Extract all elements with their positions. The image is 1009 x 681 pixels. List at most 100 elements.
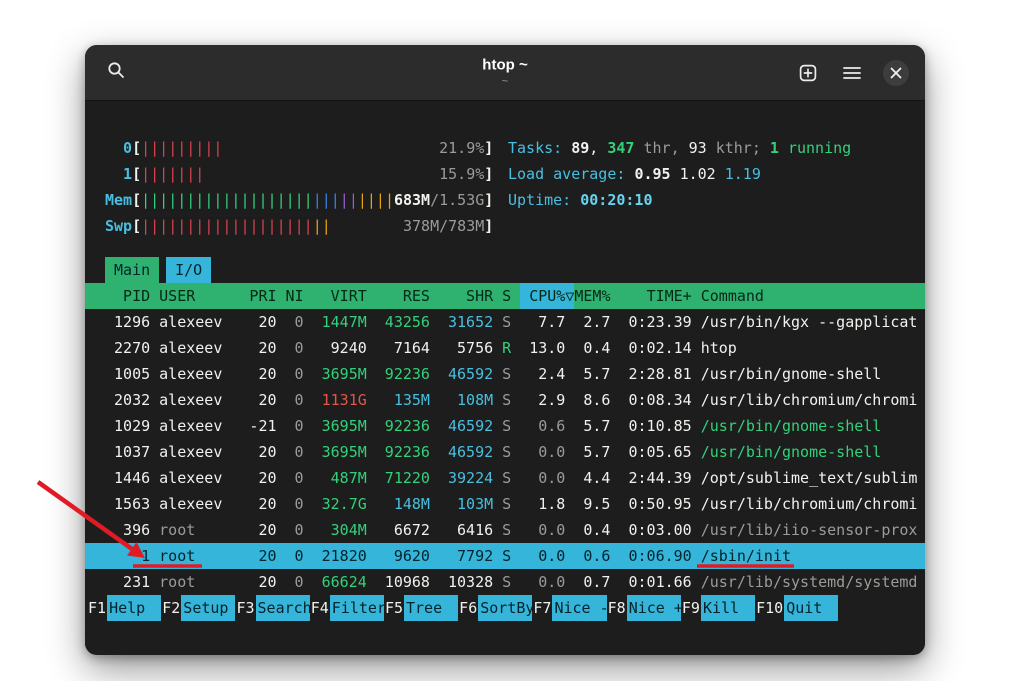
cell-virt: 1447M [313, 309, 367, 335]
new-tab-icon [799, 64, 817, 82]
cell-time: 2:44.39 [619, 465, 691, 491]
column-header-s[interactable]: S [502, 283, 511, 309]
cell-mem: 5.7 [574, 439, 610, 465]
cell-time: 0:08.34 [619, 387, 691, 413]
tab-io[interactable]: I/O [166, 257, 211, 283]
process-row-1[interactable]: 1root2002182096207792S0.00.60:06.90/sbin… [85, 543, 925, 569]
cell-mem: 0.6 [574, 543, 610, 569]
cell-cmd: /usr/lib/systemd/systemd [701, 569, 918, 595]
column-header-mem[interactable]: MEM% [574, 283, 610, 309]
cell-virt: 487M [313, 465, 367, 491]
cell-cmd: /usr/lib/chromium/chromi [701, 491, 918, 517]
column-header-shr[interactable]: SHR [439, 283, 493, 309]
cell-mem: 5.7 [574, 361, 610, 387]
cell-cmd: /usr/bin/gnome-shell [701, 413, 882, 439]
cell-res: 135M [376, 387, 430, 413]
cell-user: root [159, 517, 231, 543]
cell-time: 0:06.90 [619, 543, 691, 569]
cell-res: 92236 [376, 361, 430, 387]
cell-ni: 0 [286, 517, 304, 543]
cell-mem: 0.4 [574, 517, 610, 543]
cell-time: 0:50.95 [619, 491, 691, 517]
fkey-f8[interactable]: F8Nice + [607, 595, 681, 621]
cell-res: 92236 [376, 439, 430, 465]
cell-time: 0:02.14 [619, 335, 691, 361]
process-row-231[interactable]: 231root200666241096810328S0.00.70:01.66/… [85, 569, 925, 595]
close-button[interactable] [883, 60, 909, 86]
process-row-1037[interactable]: 1037alexeev2003695M9223646592S0.05.70:05… [85, 439, 925, 465]
load-average: Load average: 0.95 1.02 1.19 [508, 161, 851, 187]
cell-ni: 0 [286, 543, 304, 569]
cell-mem: 9.5 [574, 491, 610, 517]
cell-virt: 3695M [313, 439, 367, 465]
fkey-action-label: Filter [330, 595, 384, 621]
cell-s: S [502, 543, 511, 569]
meter-value: 15.9% [439, 161, 484, 187]
meter-value: 683M/1.53G [394, 187, 484, 213]
cell-s: S [502, 517, 511, 543]
cell-pid: 396 [105, 517, 150, 543]
search-button[interactable] [103, 60, 129, 86]
cell-mem: 5.7 [574, 413, 610, 439]
column-header-res[interactable]: RES [376, 283, 430, 309]
cell-virt: 304M [313, 517, 367, 543]
cell-pid: 1029 [105, 413, 150, 439]
cell-pid: 1005 [105, 361, 150, 387]
cell-virt: 21820 [313, 543, 367, 569]
cell-s: S [502, 465, 511, 491]
new-tab-button[interactable] [795, 60, 821, 86]
cell-s: S [502, 413, 511, 439]
tab-main[interactable]: Main [105, 257, 159, 283]
cell-pid: 2032 [105, 387, 150, 413]
fkey-f10[interactable]: F10Quit [755, 595, 838, 621]
headerbar-actions [795, 60, 909, 86]
fkey-number: F4 [310, 595, 330, 621]
fkey-f5[interactable]: F5Tree [384, 595, 458, 621]
cell-shr: 46592 [439, 361, 493, 387]
cell-mem: 0.4 [574, 335, 610, 361]
column-header-pid[interactable]: PID [105, 283, 150, 309]
cell-cpu: 2.4 [520, 361, 565, 387]
process-row-1563[interactable]: 1563alexeev20032.7G148M103MS1.89.50:50.9… [85, 491, 925, 517]
hamburger-menu-icon [843, 66, 861, 80]
process-row-1005[interactable]: 1005alexeev2003695M9223646592S2.45.72:28… [85, 361, 925, 387]
cell-cpu: 1.8 [520, 491, 565, 517]
meter-bar: |||||||||21.9% [141, 135, 484, 161]
process-row-1296[interactable]: 1296alexeev2001447M4325631652S7.72.70:23… [85, 309, 925, 335]
process-row-1029[interactable]: 1029alexeev-2103695M9223646592S0.65.70:1… [85, 413, 925, 439]
column-header-time[interactable]: TIME+ [619, 283, 691, 309]
column-header-cmd[interactable]: Command [701, 283, 764, 309]
cell-time: 0:03.00 [619, 517, 691, 543]
fkey-f7[interactable]: F7Nice - [532, 595, 606, 621]
cell-pri: 20 [240, 335, 276, 361]
process-row-396[interactable]: 396root200304M66726416S0.00.40:03.00/usr… [85, 517, 925, 543]
fkey-f3[interactable]: F3Search [235, 595, 309, 621]
fkey-f2[interactable]: F2Setup [161, 595, 235, 621]
fkey-f6[interactable]: F6SortBy [458, 595, 532, 621]
column-header-virt[interactable]: VIRT [313, 283, 367, 309]
column-header-ni[interactable]: NI [286, 283, 304, 309]
fkey-number: F5 [384, 595, 404, 621]
column-header-cpu[interactable]: CPU%▽ [520, 283, 574, 309]
column-header-user[interactable]: USER [159, 283, 231, 309]
cell-virt: 66624 [313, 569, 367, 595]
cell-s: S [502, 439, 511, 465]
fkey-number: F2 [161, 595, 181, 621]
process-row-2270[interactable]: 2270alexeev200924071645756R13.00.40:02.1… [85, 335, 925, 361]
screen-tabs: Main I/O [105, 257, 925, 283]
fkey-action-label: Tree [404, 595, 458, 621]
process-row-2032[interactable]: 2032alexeev2001131G135M108MS2.98.60:08.3… [85, 387, 925, 413]
column-header-pri[interactable]: PRI [240, 283, 276, 309]
menu-button[interactable] [839, 60, 865, 86]
fkey-number: F6 [458, 595, 478, 621]
fkey-action-label: Nice - [552, 595, 606, 621]
cell-cmd: /usr/bin/gnome-shell [701, 361, 882, 387]
cell-shr: 108M [439, 387, 493, 413]
process-row-1446[interactable]: 1446alexeev200487M7122039224S0.04.42:44.… [85, 465, 925, 491]
fkey-f1[interactable]: F1Help [87, 595, 161, 621]
fkey-f4[interactable]: F4Filter [310, 595, 384, 621]
cell-user: root [159, 543, 231, 569]
cell-cpu: 13.0 [520, 335, 565, 361]
fkey-f9[interactable]: F9Kill [681, 595, 755, 621]
meter-bar: |||||||15.9% [141, 161, 484, 187]
